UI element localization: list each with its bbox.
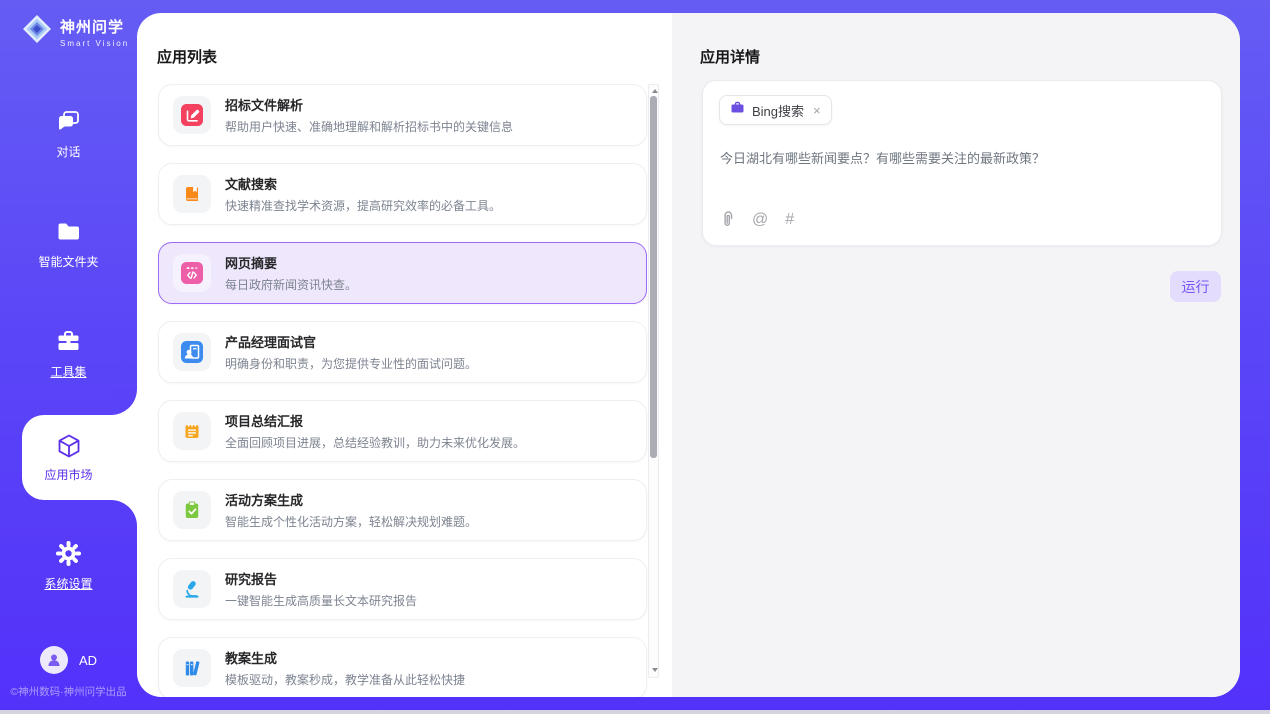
app-card[interactable]: 网页摘要每日政府新闻资讯快查。 xyxy=(158,242,647,304)
avatar[interactable] xyxy=(40,646,68,674)
app-list: 招标文件解析帮助用户快速、准确地理解和解析招标书中的关键信息文献搜索快速精准查找… xyxy=(158,84,647,697)
app-card[interactable]: 教案生成模板驱动，教案秒成，教学准备从此轻松快捷 xyxy=(158,637,647,697)
brand-tagline: Smart Vision xyxy=(60,39,129,48)
input-toolbar: @ # xyxy=(720,211,794,228)
app-card-desc: 全面回顾项目进展，总结经验教训，助力未来优化发展。 xyxy=(225,434,525,451)
sidebar-item-3[interactable]: 应用市场 xyxy=(0,415,137,500)
app-list-title: 应用列表 xyxy=(157,46,217,67)
sidebar-item-label: 对话 xyxy=(56,143,80,160)
app-card-title: 教案生成 xyxy=(225,648,465,667)
app-card[interactable]: 研究报告一键智能生成高质量长文本研究报告 xyxy=(158,558,647,620)
app-card[interactable]: 招标文件解析帮助用户快速、准确地理解和解析招标书中的关键信息 xyxy=(158,84,647,146)
app-card-desc: 一键智能生成高质量长文本研究报告 xyxy=(225,592,417,609)
app-detail-panel: 应用详情 Bing搜索 × 今日湖北有哪些新闻要点？有哪些需要关注的最新政策？ xyxy=(672,13,1240,697)
tool-tag-bing-search[interactable]: Bing搜索 × xyxy=(719,95,832,125)
sidebar-item-label: 系统设置 xyxy=(44,575,92,592)
app-window: 神州问学 Smart Vision 对话智能文件夹工具集应用市场系统设置 AD … xyxy=(0,0,1270,714)
app-card[interactable]: 活动方案生成智能生成个性化活动方案，轻松解决规划难题。 xyxy=(158,479,647,541)
sidebar-item-1[interactable]: 智能文件夹 xyxy=(0,218,137,270)
brand-name: 神州问学 xyxy=(60,16,129,37)
scroll-up-arrow-icon[interactable] xyxy=(650,87,659,96)
folder-icon xyxy=(55,218,82,245)
sidebar-item-label: 智能文件夹 xyxy=(38,253,98,270)
app-card-desc: 快速精准查找学术资源，提高研究效率的必备工具。 xyxy=(225,197,501,214)
user-row[interactable]: AD xyxy=(0,646,137,674)
books-icon xyxy=(173,649,211,687)
bottom-edge-strip xyxy=(0,710,1270,714)
note-icon xyxy=(173,412,211,450)
paperclip-icon[interactable] xyxy=(720,211,735,228)
app-card-title: 研究报告 xyxy=(225,569,417,588)
app-card-title: 文献搜索 xyxy=(225,174,501,193)
app-card[interactable]: 文献搜索快速精准查找学术资源，提高研究效率的必备工具。 xyxy=(158,163,647,225)
at-icon[interactable]: @ xyxy=(752,212,768,228)
brand-logo: 神州问学 Smart Vision xyxy=(22,14,129,49)
app-card-desc: 每日政府新闻资讯快查。 xyxy=(225,276,357,293)
tool-tag-label: Bing搜索 xyxy=(752,101,804,120)
person-icon xyxy=(46,652,62,668)
app-card-desc: 模板驱动，教案秒成，教学准备从此轻松快捷 xyxy=(225,671,465,688)
edit-square-icon xyxy=(173,96,211,134)
scrollbar-thumb[interactable] xyxy=(650,96,657,458)
app-card[interactable]: 项目总结汇报全面回顾项目进展，总结经验教训，助力未来优化发展。 xyxy=(158,400,647,462)
hash-icon[interactable]: # xyxy=(785,212,794,228)
scroll-down-arrow-icon[interactable] xyxy=(650,666,659,675)
research-icon xyxy=(173,570,211,608)
gear-icon xyxy=(55,540,82,567)
list-scrollbar[interactable] xyxy=(648,84,659,678)
toolbox-icon xyxy=(55,328,82,355)
sidebar-item-label: 应用市场 xyxy=(44,466,92,483)
chat-icon xyxy=(55,108,82,135)
app-card-title: 招标文件解析 xyxy=(225,95,513,114)
app-card-desc: 智能生成个性化活动方案，轻松解决规划难题。 xyxy=(225,513,477,530)
main-content: 应用列表 招标文件解析帮助用户快速、准确地理解和解析招标书中的关键信息文献搜索快… xyxy=(137,13,1240,697)
sidebar-item-2[interactable]: 工具集 xyxy=(0,328,137,380)
user-name: AD xyxy=(79,653,97,668)
cube-icon xyxy=(55,432,83,459)
app-card-title: 活动方案生成 xyxy=(225,490,477,509)
diamond-logo-icon xyxy=(22,14,52,49)
app-card-title: 项目总结汇报 xyxy=(225,411,525,430)
close-icon[interactable]: × xyxy=(811,103,821,118)
app-detail-title: 应用详情 xyxy=(700,46,760,67)
sidebar: 神州问学 Smart Vision 对话智能文件夹工具集应用市场系统设置 AD … xyxy=(0,0,137,714)
query-text[interactable]: 今日湖北有哪些新闻要点？有哪些需要关注的最新政策？ xyxy=(720,149,1204,169)
sidebar-item-0[interactable]: 对话 xyxy=(0,108,137,160)
run-button[interactable]: 运行 xyxy=(1170,271,1221,302)
interview-icon xyxy=(173,333,211,371)
sidebar-item-4[interactable]: 系统设置 xyxy=(0,540,137,592)
book-icon xyxy=(173,175,211,213)
sidebar-item-label: 工具集 xyxy=(50,363,86,380)
app-card-desc: 明确身份和职责，为您提供专业性的面试问题。 xyxy=(225,355,477,372)
app-card-desc: 帮助用户快速、准确地理解和解析招标书中的关键信息 xyxy=(225,118,513,135)
sidebar-footer: ©神州数码·神州问学出品 xyxy=(0,684,137,699)
browser-code-icon xyxy=(173,254,211,292)
app-card-title: 网页摘要 xyxy=(225,253,357,272)
briefcase-icon xyxy=(730,100,745,120)
detail-card: Bing搜索 × 今日湖北有哪些新闻要点？有哪些需要关注的最新政策？ @ # xyxy=(702,80,1222,246)
app-card[interactable]: 产品经理面试官明确身份和职责，为您提供专业性的面试问题。 xyxy=(158,321,647,383)
app-card-title: 产品经理面试官 xyxy=(225,332,477,351)
clipboard-check-icon xyxy=(173,491,211,529)
